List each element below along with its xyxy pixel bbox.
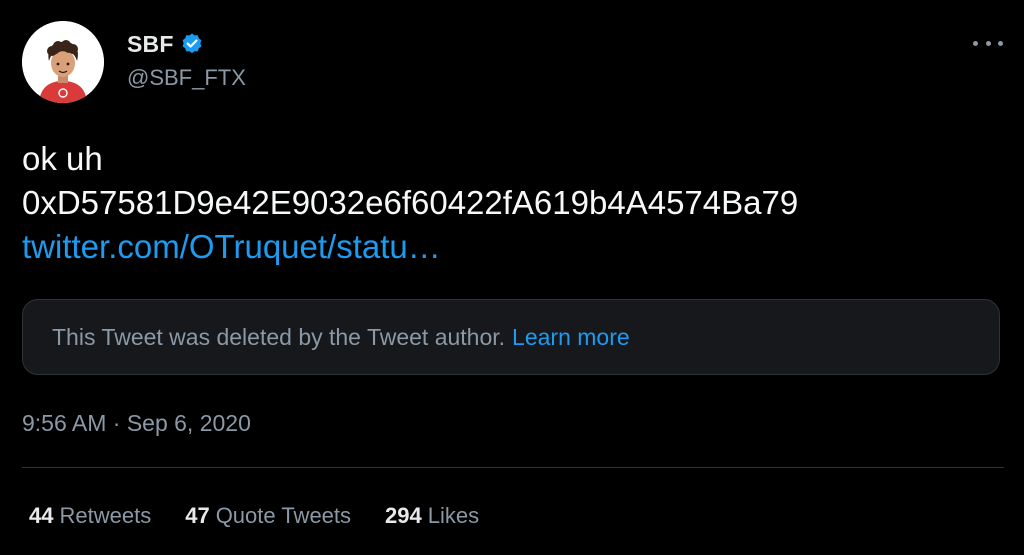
retweets-count: 44 — [29, 503, 54, 528]
cartoon-avatar-icon — [22, 21, 104, 103]
avatar[interactable] — [22, 21, 104, 103]
deleted-tweet-message: This Tweet was deleted by the Tweet auth… — [52, 323, 506, 350]
tweet-text-address: 0xD57581D9e42E9032e6f60422fA619b4A4574Ba… — [22, 184, 799, 221]
tweet-text-line: ok uh — [22, 140, 103, 177]
verified-badge-icon — [180, 32, 204, 56]
author-display-name[interactable]: SBF — [127, 31, 174, 58]
author-handle[interactable]: @SBF_FTX — [127, 65, 246, 91]
retweets-stat[interactable]: 44 Retweets — [29, 503, 151, 529]
retweets-label: Retweets — [59, 503, 152, 528]
likes-count: 294 — [385, 503, 422, 528]
quote-tweets-count: 47 — [185, 503, 210, 528]
tweet-timestamp[interactable]: 9:56 AM · Sep 6, 2020 — [22, 410, 251, 437]
tweet-stats: 44 Retweets 47 Quote Tweets 294 Likes — [29, 503, 513, 529]
learn-more-link[interactable]: Learn more — [512, 324, 630, 351]
more-dot-icon — [998, 40, 1003, 46]
author-name-row: SBF — [127, 29, 204, 59]
likes-stat[interactable]: 294 Likes — [385, 503, 479, 529]
tweet-link[interactable]: twitter.com/OTruquet/statu… — [22, 228, 441, 265]
more-options-button[interactable] — [973, 33, 1003, 53]
divider — [22, 467, 1004, 468]
quoted-tweet-card: This Tweet was deleted by the Tweet auth… — [22, 299, 1000, 375]
more-dot-icon — [973, 40, 978, 46]
quote-tweets-label: Quote Tweets — [215, 503, 352, 528]
more-dot-icon — [985, 40, 991, 46]
tweet-text: ok uh 0xD57581D9e42E9032e6f60422fA619b4A… — [22, 137, 798, 269]
quote-tweets-stat[interactable]: 47 Quote Tweets — [185, 503, 351, 529]
likes-label: Likes — [427, 503, 480, 528]
